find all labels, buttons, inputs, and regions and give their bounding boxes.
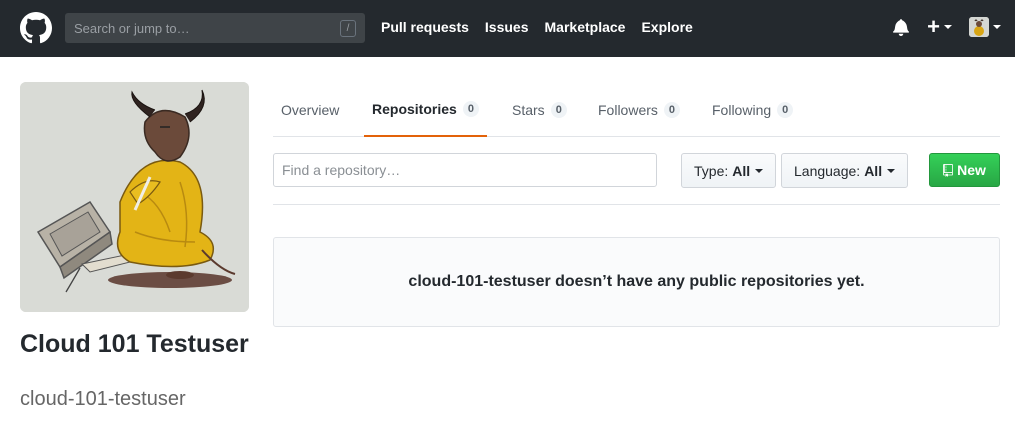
blankslate-text: cloud-101-testuser doesn’t have any publ… <box>408 273 865 290</box>
type-filter-dropdown[interactable]: Type: All <box>681 153 777 188</box>
profile-full-name: Cloud 101 Testuser <box>20 330 249 358</box>
top-header: / Pull requests Issues Marketplace Explo… <box>0 0 1015 57</box>
new-button-label: New <box>957 162 986 178</box>
gnu-avatar-icon <box>969 17 989 37</box>
chevron-down-icon <box>755 168 764 173</box>
gnu-mascot-image <box>20 82 249 312</box>
header-actions: + <box>893 14 1001 39</box>
nav-explore[interactable]: Explore <box>641 19 692 35</box>
nav-pull-requests[interactable]: Pull requests <box>381 19 469 35</box>
filter-divider <box>273 204 1000 205</box>
search-input[interactable] <box>74 20 340 36</box>
tab-stars[interactable]: Stars 0 <box>512 82 567 137</box>
user-menu-dropdown[interactable] <box>969 17 1001 37</box>
repo-icon <box>943 163 953 177</box>
tab-overview[interactable]: Overview <box>281 82 339 137</box>
tab-label: Overview <box>281 101 340 118</box>
new-repository-button[interactable]: New <box>929 153 1000 187</box>
empty-repositories-message: cloud-101-testuser doesn’t have any publ… <box>273 237 1000 327</box>
profile-tabs: Overview Repositories 0 Stars 0 Follower… <box>273 82 1000 137</box>
language-filter-label: Language: <box>794 162 861 179</box>
create-new-dropdown[interactable]: + <box>927 14 952 39</box>
tab-label: Following <box>712 101 772 118</box>
plus-icon: + <box>927 14 940 39</box>
github-logo-icon[interactable] <box>20 12 52 44</box>
followers-count-badge: 0 <box>663 101 681 118</box>
header-nav: Pull requests Issues Marketplace Explore <box>381 19 709 35</box>
tab-label: Stars <box>512 101 545 118</box>
following-count-badge: 0 <box>777 101 794 118</box>
nav-issues[interactable]: Issues <box>485 19 529 35</box>
find-repository-input[interactable] <box>273 153 657 187</box>
tab-following[interactable]: Following 0 <box>712 82 794 137</box>
search-box[interactable]: / <box>65 13 365 43</box>
type-filter-label: Type: <box>694 162 729 179</box>
profile-avatar[interactable] <box>20 82 249 312</box>
type-filter-value: All <box>732 162 751 179</box>
repositories-count-badge: 0 <box>462 100 479 117</box>
chevron-down-icon <box>944 25 952 29</box>
tab-label: Repositories <box>372 100 457 117</box>
language-filter-dropdown[interactable]: Language: All <box>781 153 909 188</box>
bell-icon[interactable] <box>893 18 910 36</box>
stars-count-badge: 0 <box>550 101 567 118</box>
tab-followers[interactable]: Followers 0 <box>598 82 681 137</box>
tab-label: Followers <box>598 101 658 118</box>
language-filter-value: All <box>864 162 883 179</box>
chevron-down-icon <box>887 168 896 173</box>
tab-repositories[interactable]: Repositories 0 <box>364 82 487 137</box>
chevron-down-icon <box>993 25 1001 29</box>
nav-marketplace[interactable]: Marketplace <box>545 19 626 35</box>
search-shortcut-hint: / <box>340 19 356 37</box>
avatar <box>969 17 989 37</box>
profile-username: cloud-101-testuser <box>20 388 186 410</box>
